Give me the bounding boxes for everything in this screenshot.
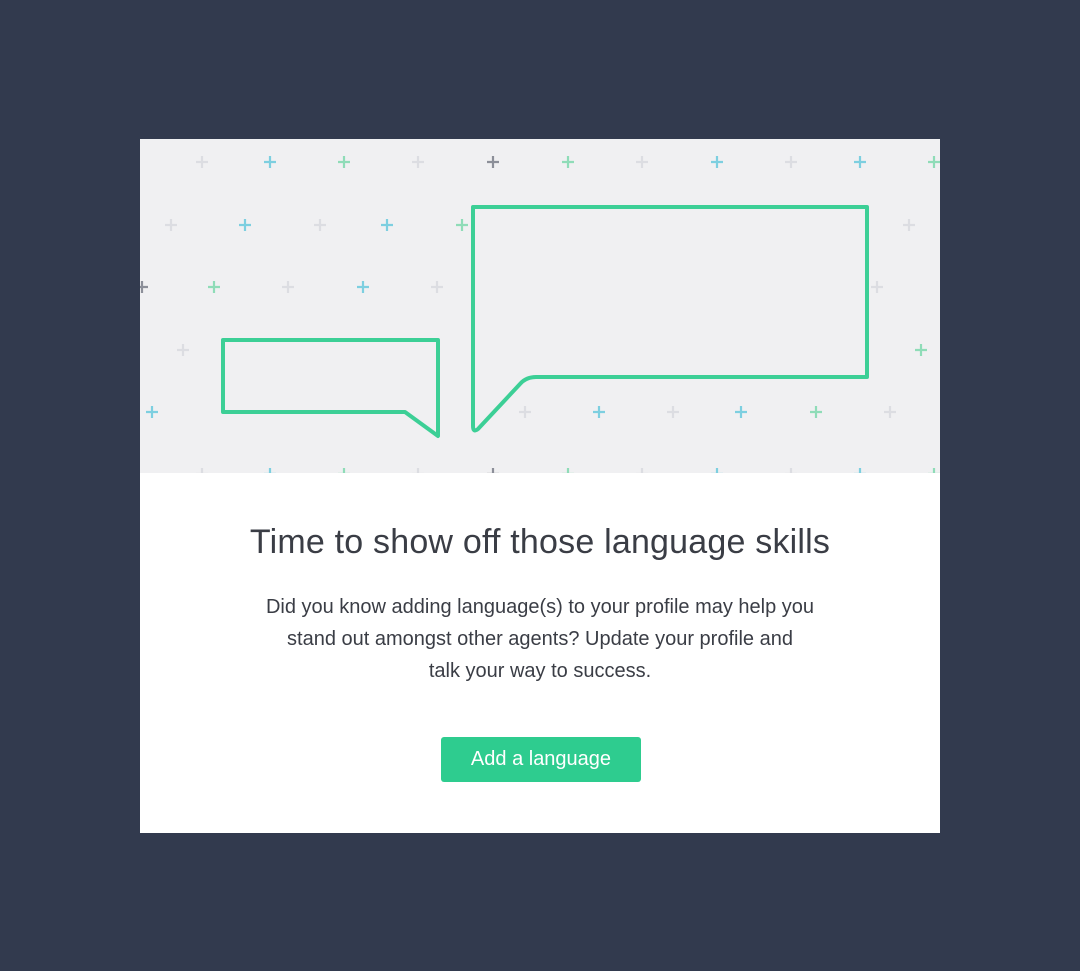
plus-icon [854,156,866,168]
plus-icon [208,281,220,293]
small-speech-bubble-icon [221,338,440,438]
plus-icon [785,156,797,168]
plus-icon [711,156,723,168]
plus-icon [338,468,350,473]
plus-icon [636,156,648,168]
plus-icon [357,281,369,293]
plus-icon [884,406,896,418]
plus-icon [785,468,797,473]
plus-icon [140,281,148,293]
plus-icon [928,468,940,473]
plus-icon [810,406,822,418]
description-line: talk your way to success. [428,660,652,682]
plus-icon [412,156,424,168]
plus-icon [711,468,723,473]
plus-icon [239,219,251,231]
plus-icon [487,156,499,168]
plus-icon [264,156,276,168]
plus-icon [165,219,177,231]
plus-icon [519,406,531,418]
plus-icon [264,468,276,473]
plus-icon [314,219,326,231]
modal-title: Time to show off those language skills [249,523,831,561]
plus-icon [338,156,350,168]
plus-icon [562,468,574,473]
plus-icon [381,219,393,231]
plus-icon [854,468,866,473]
plus-icon [903,219,915,231]
plus-icon [487,468,499,473]
plus-icon [431,281,443,293]
speech-bubbles-illustration [140,156,940,473]
hero-illustration [140,139,940,473]
plus-icon [177,344,189,356]
plus-icon [928,156,940,168]
plus-icon [735,406,747,418]
plus-icon [593,406,605,418]
modal-description: Did you know adding language(s) to your … [240,591,840,687]
plus-icon [282,281,294,293]
plus-icon [196,468,208,473]
description-line: stand out amongst other agents? Update y… [287,628,793,650]
plus-icon [871,281,883,293]
language-promo-card: Time to show off those language skills D… [140,139,940,833]
plus-icon [915,344,927,356]
plus-icon [667,406,679,418]
plus-icon [196,156,208,168]
plus-icon [562,156,574,168]
plus-icon [636,468,648,473]
plus-icon [146,406,158,418]
plus-icon [456,219,468,231]
add-language-button[interactable]: Add a language [441,737,641,782]
plus-icon [412,468,424,473]
description-line: Did you know adding language(s) to your … [265,596,815,618]
large-speech-bubble-icon [471,205,869,433]
